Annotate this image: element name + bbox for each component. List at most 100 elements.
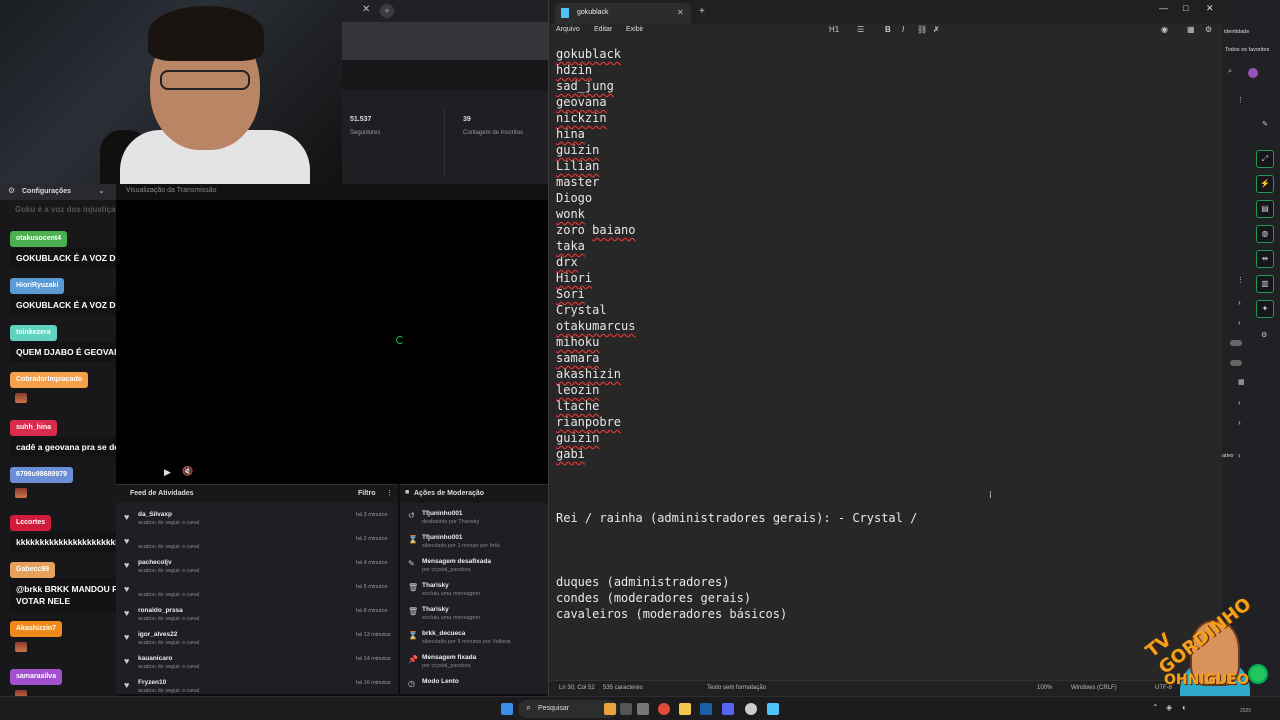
- search-icon[interactable]: ⌕: [1228, 68, 1238, 78]
- table-icon[interactable]: ▦: [1187, 25, 1195, 34]
- close-window-icon[interactable]: ✕: [1206, 3, 1214, 14]
- chat-username[interactable]: suhh_hina: [10, 420, 58, 436]
- zoom-level[interactable]: 100%: [1037, 685, 1052, 691]
- tool-wrench-icon[interactable]: ✦: [1256, 300, 1274, 318]
- feed-filter-button[interactable]: Filtro: [358, 490, 376, 497]
- notepad-line[interactable]: hina: [556, 126, 917, 142]
- notepad-line[interactable]: Hiori: [556, 270, 917, 286]
- notepad-line[interactable]: gokublack: [556, 46, 917, 62]
- notepad-line[interactable]: drx: [556, 254, 917, 270]
- notepad-line[interactable]: rianpobre: [556, 414, 917, 430]
- notepad-line[interactable]: guizin: [556, 430, 917, 446]
- notepad-line[interactable]: akashizin: [556, 366, 917, 382]
- notepad-line[interactable]: [556, 494, 917, 510]
- notepad-line[interactable]: [556, 558, 917, 574]
- maximize-icon[interactable]: □: [1183, 3, 1188, 13]
- favorites-label[interactable]: Todos os favoritos: [1225, 47, 1269, 53]
- chart-icon[interactable]: ▦: [1238, 378, 1248, 388]
- notepad-line[interactable]: [556, 526, 917, 542]
- notepad-line[interactable]: nickzin: [556, 110, 917, 126]
- close-tab-icon[interactable]: ✕: [677, 8, 684, 17]
- feed-row[interactable]: ♥ ronaldo_prssa acabou de seguir o canal…: [116, 603, 398, 627]
- new-tab-icon[interactable]: +: [380, 4, 394, 18]
- notepad-line[interactable]: ltache: [556, 398, 917, 414]
- mod-row[interactable]: 🗑 Tharisky excluiu uma mensagem: [400, 579, 548, 603]
- start-icon[interactable]: [501, 703, 513, 715]
- new-tab-icon[interactable]: +: [699, 6, 705, 17]
- notepad-line[interactable]: zoro baiano: [556, 222, 917, 238]
- tray-chevron-icon[interactable]: ⌃: [1152, 703, 1159, 712]
- close-icon[interactable]: ✕: [362, 4, 370, 15]
- chrome-icon[interactable]: [658, 703, 670, 715]
- notepad-line[interactable]: condes (moderadores gerais): [556, 590, 917, 606]
- mod-row[interactable]: 🗑 Tharisky excluiu uma mensagem: [400, 603, 548, 627]
- feed-row[interactable]: ♥ da_Silvaxp acabou de seguir o canal há…: [116, 507, 398, 531]
- heading-dropdown[interactable]: H1: [829, 25, 839, 34]
- widgets-icon[interactable]: [604, 703, 616, 715]
- tool-link-icon[interactable]: ⇹: [1256, 250, 1274, 268]
- chevron-right-icon[interactable]: ›: [1238, 398, 1241, 407]
- notepad-line[interactable]: Rei / rainha (administradores gerais): -…: [556, 510, 917, 526]
- notepad-line[interactable]: sad_jung: [556, 78, 917, 94]
- chevron-right-icon[interactable]: ›: [1238, 298, 1241, 307]
- more-icon[interactable]: ⋮: [1237, 276, 1247, 286]
- clear-format-icon[interactable]: ✗: [933, 25, 940, 34]
- feed-row[interactable]: ♥ acabou de seguir o canal há 2 minutos: [116, 531, 398, 555]
- chevron-right-icon[interactable]: ›: [1238, 418, 1241, 427]
- network-icon[interactable]: ◈: [1166, 703, 1172, 712]
- more-icon[interactable]: ⋮: [386, 489, 393, 497]
- feed-row[interactable]: ♥ acabou de seguir o canal há 5 minutos: [116, 579, 398, 603]
- tool-layers-icon[interactable]: ▥: [1256, 275, 1274, 293]
- discord-icon[interactable]: [722, 703, 734, 715]
- feed-row[interactable]: ♥ kauanicaro acabou de seguir o canal há…: [116, 651, 398, 675]
- toggle-switch[interactable]: [1230, 360, 1242, 366]
- notepad-line[interactable]: [556, 542, 917, 558]
- notepad-line[interactable]: taka: [556, 238, 917, 254]
- notepad-line[interactable]: gabi: [556, 446, 917, 462]
- chat-username[interactable]: CobradorImpiacado: [10, 372, 89, 388]
- volume-icon[interactable]: ◐: [1182, 703, 1187, 712]
- copilot-icon[interactable]: ◉: [1161, 25, 1168, 34]
- mod-row[interactable]: ⌛ brkk_decueca silenciado por 5 minutos …: [400, 627, 548, 651]
- chat-settings-bar[interactable]: ⚙ Configurações ⌄: [0, 184, 116, 200]
- chat-username[interactable]: Akashizzin7: [10, 621, 63, 637]
- notepad-line[interactable]: [556, 478, 917, 494]
- edit-icon[interactable]: ✎: [1262, 120, 1272, 130]
- notepad-line[interactable]: Crystal: [556, 302, 917, 318]
- taskbar-search[interactable]: ⌕ Pesquisar: [518, 700, 618, 718]
- chat-username[interactable]: Lccortes: [10, 515, 52, 531]
- gear-icon[interactable]: ⚙: [8, 186, 15, 195]
- chat-username[interactable]: 6799u98689979: [10, 467, 73, 483]
- notepad-line[interactable]: Diogo: [556, 190, 917, 206]
- notepad-tab[interactable]: gokublack ✕: [555, 3, 691, 24]
- notepad-line[interactable]: duques (administradores): [556, 574, 917, 590]
- mod-row[interactable]: 📌 Mensagem fixada por crystal_pandora: [400, 651, 548, 675]
- mute-icon[interactable]: 🔇: [182, 466, 193, 477]
- tool-expand-icon[interactable]: ⤢: [1256, 150, 1274, 168]
- notepad-line[interactable]: guizin: [556, 142, 917, 158]
- notepad-line[interactable]: master: [556, 174, 917, 190]
- taskbar-date[interactable]: 2025: [1240, 708, 1251, 714]
- notepad-taskbar-icon[interactable]: [767, 703, 779, 715]
- chat-username[interactable]: samarasilva: [10, 669, 63, 685]
- feed-row[interactable]: ♥ pachecoljv acabou de seguir o canal há…: [116, 555, 398, 579]
- tool-chat-icon[interactable]: ◍: [1256, 225, 1274, 243]
- line-ending[interactable]: Windows (CRLF): [1071, 685, 1117, 691]
- gear-icon[interactable]: ⚙: [1261, 331, 1271, 341]
- notepad-line[interactable]: hdzin: [556, 62, 917, 78]
- menu-edit[interactable]: Editar: [594, 26, 612, 33]
- notepad-line[interactable]: leozin: [556, 382, 917, 398]
- obs-icon[interactable]: [745, 703, 757, 715]
- chevron-down-icon[interactable]: ⌄: [98, 186, 105, 195]
- italic-icon[interactable]: I: [902, 25, 904, 34]
- play-icon[interactable]: ▶: [164, 467, 171, 478]
- chat-username[interactable]: Gabecc99: [10, 562, 56, 578]
- more-icon[interactable]: ⋮: [1237, 96, 1247, 106]
- bold-icon[interactable]: B: [885, 25, 891, 34]
- tool-document-icon[interactable]: ▤: [1256, 200, 1274, 218]
- toggle-switch[interactable]: [1230, 340, 1242, 346]
- notepad-line[interactable]: wonk: [556, 206, 917, 222]
- chevron-right-icon[interactable]: ›: [1238, 451, 1241, 460]
- tool-lightning-icon[interactable]: ⚡: [1256, 175, 1274, 193]
- settings-icon[interactable]: ⚙: [1205, 25, 1212, 34]
